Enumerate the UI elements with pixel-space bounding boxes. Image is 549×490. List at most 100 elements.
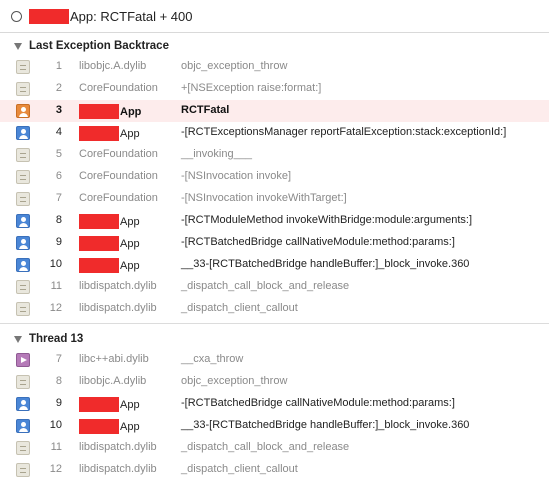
stack-frame-row[interactable]: 9 App -[RCTBatchedBridge callNativeModule:… <box>0 393 549 415</box>
frame-number: 12 <box>49 463 62 475</box>
stack-frame-row[interactable]: 2 CoreFoundation +[NSException raise:forma… <box>0 78 549 100</box>
frame-module-name: libdispatch.dylib <box>79 463 157 475</box>
stack-frame-row[interactable]: 3 App RCTFatal <box>0 100 549 122</box>
frame-symbol: objc_exception_throw <box>181 375 288 387</box>
section-last-exception-backtrace: Last Exception Backtrace 1 libobjc.A.dyli… <box>0 36 549 320</box>
frame-module-name: App <box>120 398 140 411</box>
stack-frame-row[interactable]: 10 App __33-[RCTBatchedBridge handleBuffer… <box>0 415 549 437</box>
crash-title: App: RCTFatal + 400 <box>70 8 193 24</box>
frame-module: App <box>79 126 140 141</box>
frame-module-name: App <box>120 420 140 433</box>
frame-number: 7 <box>55 353 62 365</box>
frame-number: 1 <box>55 60 62 72</box>
frame-number: 12 <box>49 302 62 314</box>
frame-module: App <box>79 258 140 273</box>
stack-frame-row[interactable]: 7 libc++abi.dylib __cxa_throw <box>0 349 549 371</box>
frame-module-name: CoreFoundation <box>79 148 158 160</box>
stack-frame-row[interactable]: 11 libdispatch.dylib _dispatch_call_block_… <box>0 276 549 298</box>
redacted-module-prefix <box>79 419 119 434</box>
frame-module-name: App <box>120 127 140 140</box>
stack-frame-row[interactable]: 8 App -[RCTModuleMethod invokeWithBridge:m… <box>0 210 549 232</box>
frame-module: App <box>79 236 140 251</box>
disclosure-triangle-icon[interactable] <box>14 42 22 50</box>
frame-symbol: -[RCTExceptionsManager reportFatalExcept… <box>181 126 507 138</box>
library-icon <box>16 192 30 206</box>
user-code-icon <box>16 419 30 433</box>
stack-frame-row[interactable]: 10 App __33-[RCTBatchedBridge handleBuffer… <box>0 254 549 276</box>
frame-number: 9 <box>55 236 62 248</box>
frame-number: 11 <box>50 441 62 453</box>
frame-module: libdispatch.dylib <box>79 441 157 453</box>
stack-frame-row[interactable]: 6 CoreFoundation -[NSInvocation invoke] <box>0 166 549 188</box>
frame-symbol: __33-[RCTBatchedBridge handleBuffer:]_bl… <box>181 258 470 270</box>
frame-symbol: _dispatch_client_callout <box>181 302 298 314</box>
frame-module-name: libdispatch.dylib <box>79 302 157 314</box>
library-icon <box>16 82 30 96</box>
frame-module-name: libobjc.A.dylib <box>79 60 147 72</box>
frame-module: App <box>79 104 141 119</box>
cxx-runtime-icon <box>16 353 30 367</box>
user-code-icon <box>16 258 30 272</box>
frame-symbol: -[RCTBatchedBridge callNativeModule:meth… <box>181 397 455 409</box>
redacted-module-prefix <box>79 258 119 273</box>
frame-module-name: App <box>120 237 140 250</box>
section-title: Last Exception Backtrace <box>29 40 169 52</box>
stack-frame-row[interactable]: 12 libdispatch.dylib _dispatch_client_call… <box>0 298 549 320</box>
frame-symbol: +[NSException raise:format:] <box>181 82 322 94</box>
frame-symbol: -[RCTModuleMethod invokeWithBridge:modul… <box>181 214 473 226</box>
frame-module: App <box>79 397 140 412</box>
frame-number: 11 <box>50 280 62 292</box>
frame-number: 4 <box>55 126 62 138</box>
stack-frame-row[interactable]: 1 libobjc.A.dylib objc_exception_throw <box>0 56 549 78</box>
stack-frame-row[interactable]: 8 libobjc.A.dylib objc_exception_throw <box>0 371 549 393</box>
frame-symbol: RCTFatal <box>181 104 230 116</box>
frame-module-name: App <box>120 215 140 228</box>
frame-module-name: libobjc.A.dylib <box>79 375 147 387</box>
frame-module-name: CoreFoundation <box>79 82 158 94</box>
frame-symbol: __33-[RCTBatchedBridge handleBuffer:]_bl… <box>181 419 470 431</box>
user-code-icon <box>16 126 30 140</box>
library-icon <box>16 302 30 316</box>
disclosure-triangle-icon[interactable] <box>14 335 22 343</box>
section-header[interactable]: Last Exception Backtrace <box>0 36 549 56</box>
library-icon <box>16 441 30 455</box>
frame-module: libdispatch.dylib <box>79 280 157 292</box>
frame-number: 7 <box>55 192 62 204</box>
stack-frame-row[interactable]: 5 CoreFoundation __invoking___ <box>0 144 549 166</box>
frame-symbol: -[NSInvocation invokeWithTarget:] <box>181 192 347 204</box>
section-thread-13: Thread 13 7 libc++abi.dylib __cxa_throw 8 li… <box>0 329 549 481</box>
frame-module: App <box>79 419 140 434</box>
frame-symbol: _dispatch_call_block_and_release <box>181 280 350 292</box>
frame-symbol: objc_exception_throw <box>181 60 288 72</box>
frame-module: CoreFoundation <box>79 82 158 94</box>
user-code-icon <box>16 236 30 250</box>
frame-number: 2 <box>55 82 62 94</box>
frame-module-name: libdispatch.dylib <box>79 441 157 453</box>
redacted-module-prefix <box>79 397 119 412</box>
frame-module-name: App <box>120 105 142 118</box>
redacted-app-name <box>29 8 69 24</box>
radio-circle-icon[interactable] <box>11 10 22 22</box>
section-header[interactable]: Thread 13 <box>0 329 549 349</box>
frame-symbol: __invoking___ <box>181 148 252 160</box>
section-title: Thread 13 <box>29 333 84 345</box>
stack-frame-row[interactable]: 9 App -[RCTBatchedBridge callNativeModule:… <box>0 232 549 254</box>
user-code-icon <box>16 397 30 411</box>
frame-module-name: App <box>120 259 140 272</box>
frame-symbol: _dispatch_call_block_and_release <box>181 441 350 453</box>
frame-number: 8 <box>55 375 62 387</box>
stack-frame-row[interactable]: 4 App -[RCTExceptionsManager reportFatalEx… <box>0 122 549 144</box>
frame-number: 3 <box>55 104 62 116</box>
stack-frame-row[interactable]: 11 libdispatch.dylib _dispatch_call_block_… <box>0 437 549 459</box>
frame-number: 9 <box>55 397 62 409</box>
stack-frame-row[interactable]: 12 libdispatch.dylib _dispatch_client_call… <box>0 459 549 481</box>
frame-symbol: __cxa_throw <box>181 353 244 365</box>
frame-module: libobjc.A.dylib <box>79 60 146 72</box>
frame-module-name: CoreFoundation <box>79 170 158 182</box>
frame-module: libc++abi.dylib <box>79 353 149 365</box>
library-icon <box>16 148 30 162</box>
redacted-module-prefix <box>79 104 119 119</box>
frame-module: CoreFoundation <box>79 170 158 182</box>
stack-frame-row[interactable]: 7 CoreFoundation -[NSInvocation invokeWith… <box>0 188 549 210</box>
frame-number: 5 <box>55 148 62 160</box>
